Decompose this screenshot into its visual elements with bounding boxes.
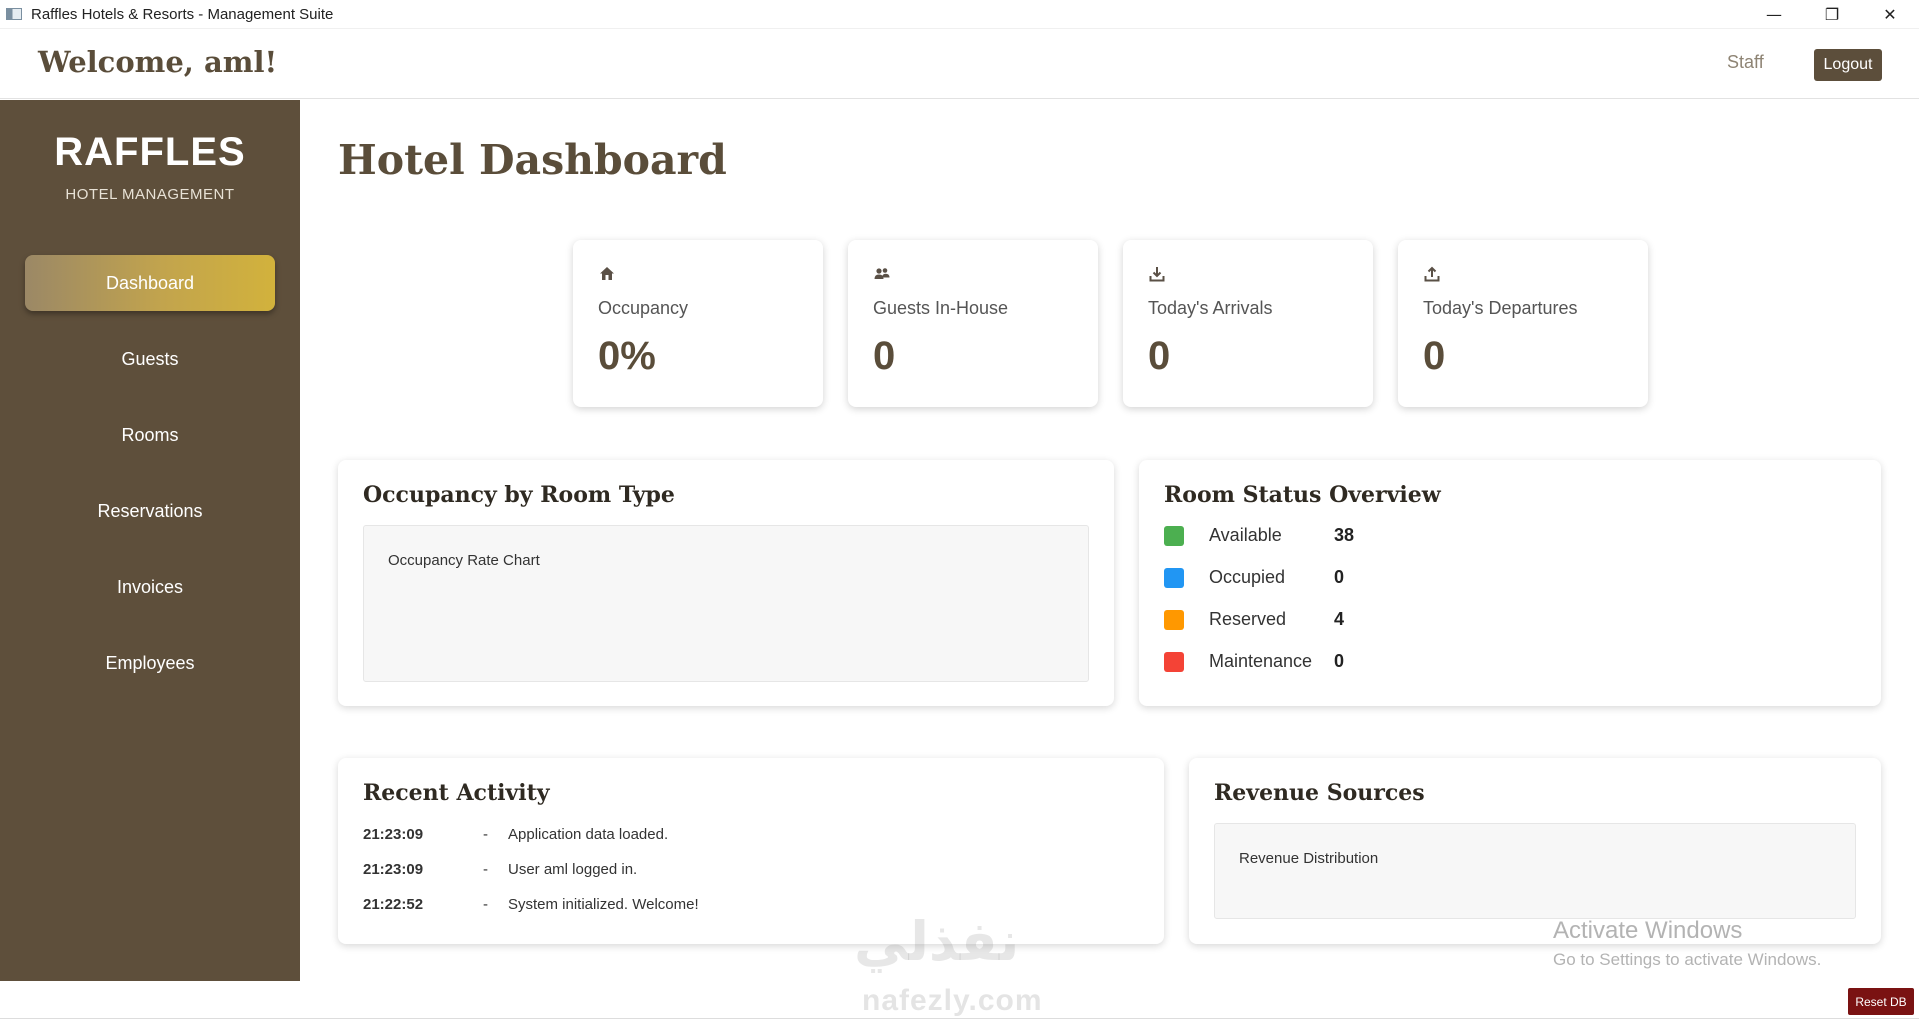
users-icon xyxy=(874,268,890,279)
stat-value: 0 xyxy=(873,334,896,378)
app-header: Welcome, aml! Staff Logout xyxy=(0,29,1919,99)
stat-value: 0 xyxy=(1423,334,1446,378)
restore-icon[interactable]: ❐ xyxy=(1803,0,1861,29)
stat-label: Occupancy xyxy=(598,298,689,318)
status-row-reserved: Reserved 4 xyxy=(1164,608,1464,632)
activity-separator: - xyxy=(483,861,488,878)
stat-card-occupancy: Occupancy 0% xyxy=(573,240,823,407)
stat-card-guests: Guests In-House 0 xyxy=(848,240,1098,407)
welcome-message: Welcome, aml! xyxy=(38,45,278,79)
status-count: 0 xyxy=(1334,567,1345,587)
status-count: 4 xyxy=(1334,609,1345,629)
activity-time: 21:23:09 xyxy=(363,861,424,878)
page-title: Hotel Dashboard xyxy=(338,136,727,184)
sidebar: RAFFLES HOTEL MANAGEMENT Dashboard Guest… xyxy=(0,100,300,981)
stat-label: Guests In-House xyxy=(873,298,1009,318)
sidebar-item-reservations[interactable]: Reservations xyxy=(25,483,275,539)
sidebar-item-rooms[interactable]: Rooms xyxy=(25,407,275,463)
activity-row: 21:23:09 - User aml logged in. xyxy=(363,861,963,881)
stat-value: 0 xyxy=(1148,334,1171,378)
watermark-logo: نفذلي xyxy=(854,910,1020,973)
revenue-chart-placeholder: Revenue Distribution xyxy=(1239,850,1379,867)
activity-message: Application data loaded. xyxy=(508,826,669,843)
stat-value: 0% xyxy=(598,334,656,378)
status-row-maintenance: Maintenance 0 xyxy=(1164,650,1464,674)
recent-activity-panel: Recent Activity 21:23:09 - Application d… xyxy=(338,758,1164,944)
status-swatch xyxy=(1164,568,1184,588)
activity-separator: - xyxy=(483,896,488,913)
revenue-chart-area: Revenue Distribution xyxy=(1214,823,1856,919)
activity-time: 21:22:52 xyxy=(363,896,424,913)
window-title: Raffles Hotels & Resorts - Management Su… xyxy=(31,5,334,23)
occupancy-chart-placeholder: Occupancy Rate Chart xyxy=(388,552,540,569)
bottom-divider xyxy=(0,1018,1919,1019)
occupancy-panel: Occupancy by Room Type Occupancy Rate Ch… xyxy=(338,460,1114,706)
brand-subtitle: HOTEL MANAGEMENT xyxy=(65,186,235,203)
activity-message: User aml logged in. xyxy=(508,861,638,878)
download-icon xyxy=(1149,267,1165,282)
room-status-panel: Room Status Overview Available 38 Occupi… xyxy=(1139,460,1881,706)
status-swatch xyxy=(1164,526,1184,546)
revenue-panel: Revenue Sources Revenue Distribution xyxy=(1189,758,1881,944)
status-swatch xyxy=(1164,652,1184,672)
sidebar-item-invoices[interactable]: Invoices xyxy=(25,559,275,615)
stat-card-arrivals: Today's Arrivals 0 xyxy=(1123,240,1373,407)
revenue-title: Revenue Sources xyxy=(1214,780,1425,806)
activity-row: 21:23:09 - Application data loaded. xyxy=(363,826,963,846)
status-count: 0 xyxy=(1334,651,1345,671)
status-row-available: Available 38 xyxy=(1164,524,1464,548)
logout-button[interactable]: Logout xyxy=(1814,49,1882,81)
window-controls: — ❐ ✕ xyxy=(1745,0,1919,29)
stat-card-departures: Today's Departures 0 xyxy=(1398,240,1648,407)
watermark-url: nafezly.com xyxy=(862,984,1043,1017)
stat-label: Today's Departures xyxy=(1423,298,1578,318)
app-icon xyxy=(6,8,22,20)
status-label: Available xyxy=(1209,525,1282,545)
occupancy-panel-title: Occupancy by Room Type xyxy=(363,482,675,508)
activity-separator: - xyxy=(483,826,488,843)
reset-db-button[interactable]: Reset DB xyxy=(1848,988,1914,1015)
window-titlebar: Raffles Hotels & Resorts - Management Su… xyxy=(0,0,1919,29)
sidebar-item-dashboard[interactable]: Dashboard xyxy=(25,255,275,311)
status-count: 38 xyxy=(1334,525,1355,545)
recent-activity-title: Recent Activity xyxy=(363,780,550,806)
sidebar-item-guests[interactable]: Guests xyxy=(25,331,275,387)
activate-windows-title: Activate Windows xyxy=(1553,917,1743,944)
close-icon[interactable]: ✕ xyxy=(1861,0,1919,29)
sidebar-item-employees[interactable]: Employees xyxy=(25,635,275,691)
activate-windows-subtitle: Go to Settings to activate Windows. xyxy=(1553,950,1822,969)
status-label: Maintenance xyxy=(1209,651,1313,671)
upload-icon xyxy=(1424,266,1440,282)
room-status-title: Room Status Overview xyxy=(1164,482,1441,508)
brand-logo: RAFFLES xyxy=(54,130,246,174)
stat-label: Today's Arrivals xyxy=(1148,298,1273,318)
user-role: Staff xyxy=(1727,52,1764,72)
status-label: Reserved xyxy=(1209,609,1287,629)
activity-message: System initialized. Welcome! xyxy=(508,896,699,913)
activity-time: 21:23:09 xyxy=(363,826,424,843)
status-swatch xyxy=(1164,610,1184,630)
status-label: Occupied xyxy=(1209,567,1286,587)
status-row-occupied: Occupied 0 xyxy=(1164,566,1464,590)
home-icon xyxy=(600,267,614,280)
minimize-icon[interactable]: — xyxy=(1745,0,1803,29)
occupancy-chart-area: Occupancy Rate Chart xyxy=(363,525,1089,682)
